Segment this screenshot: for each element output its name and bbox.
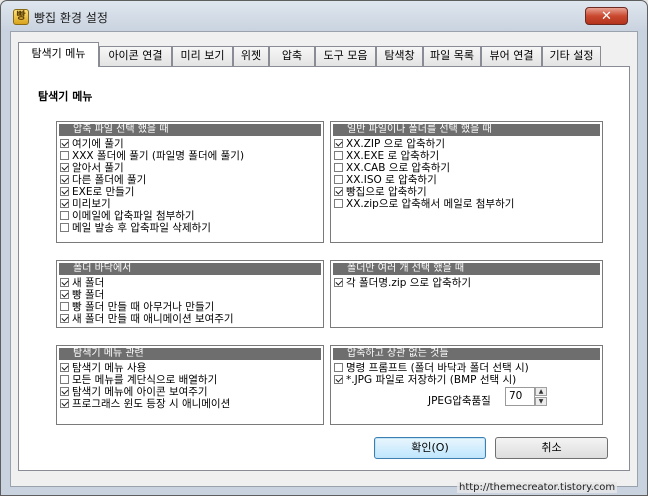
option-zip-and-mail[interactable]: XX.zip으로 압축해서 메일로 첨부하기 [334, 198, 514, 210]
option-bread-folder[interactable]: 빵 폴더 [60, 289, 104, 301]
group-archive-selected: 압축 파일 선택 했을 때 여기에 풀기 XXX 폴더에 풀기 (파일명 폴더에… [56, 121, 324, 243]
checkbox[interactable] [60, 163, 69, 172]
option-extract-elsewhere[interactable]: 다른 폴더에 풀기 [60, 174, 146, 186]
jpeg-quality-label: JPEG압축품질 [428, 395, 491, 407]
tab-compression[interactable]: 압축 [269, 46, 315, 66]
tab-viewer-association[interactable]: 뷰어 연결 [481, 46, 542, 66]
group-header: 탐색기 메뉴 관련 [59, 348, 321, 360]
checkbox[interactable] [334, 151, 343, 160]
option-smart-extract[interactable]: 알아서 풀기 [60, 162, 124, 174]
group-folder-background: 폴더 바닥에서 새 폴더 빵 폴더 빵 폴더 만들 때 아무거나 만들기 새 폴… [56, 260, 324, 328]
tab-panel: 탐색기 메뉴 압축 파일 선택 했을 때 여기에 풀기 XXX 폴더에 풀기 (… [18, 66, 630, 471]
option-extract-to-folder[interactable]: XXX 폴더에 풀기 (파일명 폴더에 풀기) [60, 150, 244, 162]
option-command-prompt[interactable]: 명령 프롬프트 (폴더 바닥과 폴더 선택 시) [334, 362, 529, 374]
checkbox[interactable] [60, 314, 69, 323]
checkbox[interactable] [60, 302, 69, 311]
checkbox[interactable] [334, 139, 343, 148]
checkbox[interactable] [334, 363, 343, 372]
group-header: 압축하고 상관 없는 것들 [333, 348, 600, 360]
option-cascade-menus[interactable]: 모든 메뉴를 계단식으로 배열하기 [60, 374, 217, 386]
checkbox[interactable] [60, 139, 69, 148]
tab-other-settings[interactable]: 기타 설정 [542, 46, 601, 66]
cancel-button[interactable]: 취소 [495, 437, 608, 459]
option-extract-here[interactable]: 여기에 풀기 [60, 138, 124, 150]
option-save-jpg[interactable]: *.JPG 파일로 저장하기 (BMP 선택 시) [334, 374, 516, 386]
option-bread-folder-random[interactable]: 빵 폴더 만들 때 아무거나 만들기 [60, 301, 214, 313]
checkbox[interactable] [60, 278, 69, 287]
option-zip[interactable]: XX.ZIP 으로 압축하기 [334, 138, 445, 150]
checkbox[interactable] [60, 290, 69, 299]
close-button[interactable]: ✕ [585, 7, 628, 25]
option-delete-after-mail[interactable]: 메일 발송 후 압축파일 삭제하기 [60, 222, 211, 234]
group-header: 폴더만 여러 개 선택 했을 때 [333, 263, 600, 275]
checkbox[interactable] [60, 187, 69, 196]
bread-app-icon: 빵 [13, 9, 29, 25]
group-multiple-folders: 폴더만 여러 개 선택 했을 때 각 폴더명.zip 으로 압축하기 [330, 260, 603, 328]
checkbox[interactable] [334, 163, 343, 172]
option-attach-email[interactable]: 이메일에 압축파일 첨부하기 [60, 210, 195, 222]
checkbox[interactable] [334, 375, 343, 384]
checkbox[interactable] [60, 223, 69, 232]
checkbox[interactable] [60, 375, 69, 384]
watermark: http://themecreator.tistory.com [457, 482, 618, 493]
tab-widget[interactable]: 위젯 [233, 46, 269, 66]
tab-navigation-pane[interactable]: 탐색창 [376, 46, 423, 66]
checkbox[interactable] [60, 387, 69, 396]
group-header: 일반 파일이나 폴더를 선택 했을 때 [333, 124, 600, 136]
spin-down-icon[interactable]: ▼ [535, 397, 547, 406]
tab-icon-association[interactable]: 아이콘 연결 [99, 46, 172, 66]
option-iso[interactable]: XX.ISO 로 압축하기 [334, 174, 437, 186]
checkbox[interactable] [60, 175, 69, 184]
jpeg-quality-spinner: ▲ ▼ [535, 387, 547, 406]
option-new-folder-animation[interactable]: 새 폴더 만들 때 애니메이션 보여주기 [60, 313, 234, 325]
panel-title: 탐색기 메뉴 [38, 90, 93, 103]
option-preview[interactable]: 미리보기 [60, 198, 111, 210]
tab-preview[interactable]: 미리 보기 [172, 46, 233, 66]
window-title: 빵집 환경 설정 [34, 11, 108, 25]
option-progress-animation[interactable]: 프로그래스 윈도 등장 시 애니메이션 [60, 398, 230, 410]
group-header: 압축 파일 선택 했을 때 [59, 124, 321, 136]
option-exe[interactable]: XX.EXE 로 압축하기 [334, 150, 439, 162]
group-explorer-menu: 탐색기 메뉴 관련 탐색기 메뉴 사용 모든 메뉴를 계단식으로 배열하기 탐색… [56, 345, 324, 425]
group-header: 폴더 바닥에서 [59, 263, 321, 275]
tab-explorer-menu[interactable]: 탐색기 메뉴 [18, 42, 99, 67]
checkbox[interactable] [334, 199, 343, 208]
option-each-folder-zip[interactable]: 각 폴더명.zip 으로 압축하기 [334, 277, 471, 289]
option-cab[interactable]: XX.CAB 으로 압축하기 [334, 162, 450, 174]
checkbox[interactable] [60, 151, 69, 160]
tab-toolbar[interactable]: 도구 모음 [315, 46, 376, 66]
option-use-explorer-menu[interactable]: 탐색기 메뉴 사용 [60, 362, 146, 374]
checkbox[interactable] [334, 187, 343, 196]
ok-button[interactable]: 확인(O) [374, 437, 486, 459]
jpeg-quality-input[interactable]: 70 [505, 387, 535, 406]
option-new-folder[interactable]: 새 폴더 [60, 277, 104, 289]
checkbox[interactable] [334, 278, 343, 287]
checkbox[interactable] [60, 399, 69, 408]
checkbox[interactable] [60, 363, 69, 372]
group-files-selected: 일반 파일이나 폴더를 선택 했을 때 XX.ZIP 으로 압축하기 XX.EX… [330, 121, 603, 243]
option-show-menu-icons[interactable]: 탐색기 메뉴에 아이콘 보여주기 [60, 386, 208, 398]
checkbox[interactable] [60, 211, 69, 220]
spin-up-icon[interactable]: ▲ [535, 387, 547, 396]
tab-file-list[interactable]: 파일 목록 [423, 46, 481, 66]
checkbox[interactable] [334, 175, 343, 184]
option-bread-archive[interactable]: 빵집으로 압축하기 [334, 186, 427, 198]
group-misc: 압축하고 상관 없는 것들 명령 프롬프트 (폴더 바닥과 폴더 선택 시) *… [330, 345, 603, 425]
checkbox[interactable] [60, 199, 69, 208]
option-make-exe[interactable]: EXE로 만들기 [60, 186, 134, 198]
title-bar[interactable]: 빵 빵집 환경 설정 ✕ [1, 1, 647, 31]
